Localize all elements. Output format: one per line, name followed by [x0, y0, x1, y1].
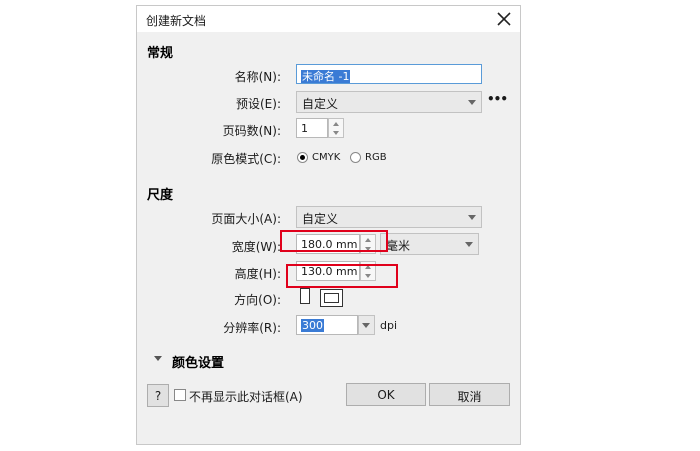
- landscape-icon: [324, 293, 339, 303]
- unit-select[interactable]: 毫米: [380, 233, 479, 255]
- width-highlight-box: [280, 230, 388, 252]
- resolution-dropdown[interactable]: [358, 315, 375, 335]
- page-size-label: 页面大小(A):: [211, 212, 281, 226]
- radio-rgb-label: RGB: [365, 152, 387, 163]
- width-label: 宽度(W):: [231, 240, 281, 254]
- landscape-button[interactable]: [320, 289, 343, 307]
- portrait-icon[interactable]: [300, 288, 310, 304]
- dialog-title: 创建新文档: [146, 14, 207, 28]
- spin-up-icon: [333, 122, 339, 126]
- ok-button[interactable]: OK: [346, 383, 426, 406]
- chevron-down-icon: [468, 215, 476, 220]
- spin-down-icon: [333, 131, 339, 135]
- radio-rgb[interactable]: [350, 152, 361, 163]
- resolution-value: 300: [301, 319, 324, 332]
- title-bar: 创建新文档: [137, 6, 520, 32]
- resolution-unit: dpi: [380, 319, 398, 332]
- name-label: 名称(N):: [234, 70, 281, 84]
- page-size-select-value: 自定义: [302, 212, 339, 226]
- preset-select-value: 自定义: [302, 97, 339, 111]
- name-input-value: 未命名 -1: [301, 70, 351, 83]
- pages-label: 页码数(N):: [222, 124, 281, 138]
- dont-show-label: 不再显示此对话框(A): [189, 390, 303, 404]
- unit-select-value: 毫米: [386, 239, 411, 253]
- resolution-label: 分辨率(R):: [223, 321, 281, 335]
- help-button[interactable]: ?: [147, 384, 169, 407]
- section-dimensions-heading: 尺度: [147, 188, 174, 203]
- height-label: 高度(H):: [234, 267, 281, 281]
- height-highlight-box: [286, 264, 398, 288]
- resolution-input[interactable]: 300: [296, 315, 358, 335]
- radio-cmyk[interactable]: [297, 152, 308, 163]
- pages-input[interactable]: 1: [296, 118, 328, 138]
- pages-stepper[interactable]: [328, 118, 344, 138]
- color-mode-label: 原色模式(C):: [211, 152, 281, 166]
- cancel-button[interactable]: 取消: [429, 383, 510, 406]
- more-options-button[interactable]: •••: [487, 92, 508, 106]
- section-general-heading: 常规: [147, 46, 174, 61]
- collapse-arrow-icon[interactable]: [154, 356, 162, 361]
- chevron-down-icon: [465, 242, 473, 247]
- radio-cmyk-label: CMYK: [312, 152, 341, 163]
- preset-label: 预设(E):: [236, 97, 281, 111]
- page-size-select[interactable]: 自定义: [296, 206, 482, 228]
- chevron-down-icon: [468, 100, 476, 105]
- section-color-settings-heading[interactable]: 颜色设置: [172, 352, 224, 371]
- preset-select[interactable]: 自定义: [296, 91, 482, 113]
- orientation-label: 方向(O):: [234, 293, 281, 307]
- create-document-dialog: 创建新文档 常规 名称(N): 未命名 -1 预设(E): 自定义 ••• 页码…: [136, 5, 521, 445]
- name-input[interactable]: 未命名 -1: [296, 64, 482, 84]
- dont-show-checkbox[interactable]: [174, 389, 186, 401]
- close-button[interactable]: [493, 8, 515, 30]
- close-icon: [497, 12, 511, 26]
- chevron-down-icon: [362, 323, 370, 328]
